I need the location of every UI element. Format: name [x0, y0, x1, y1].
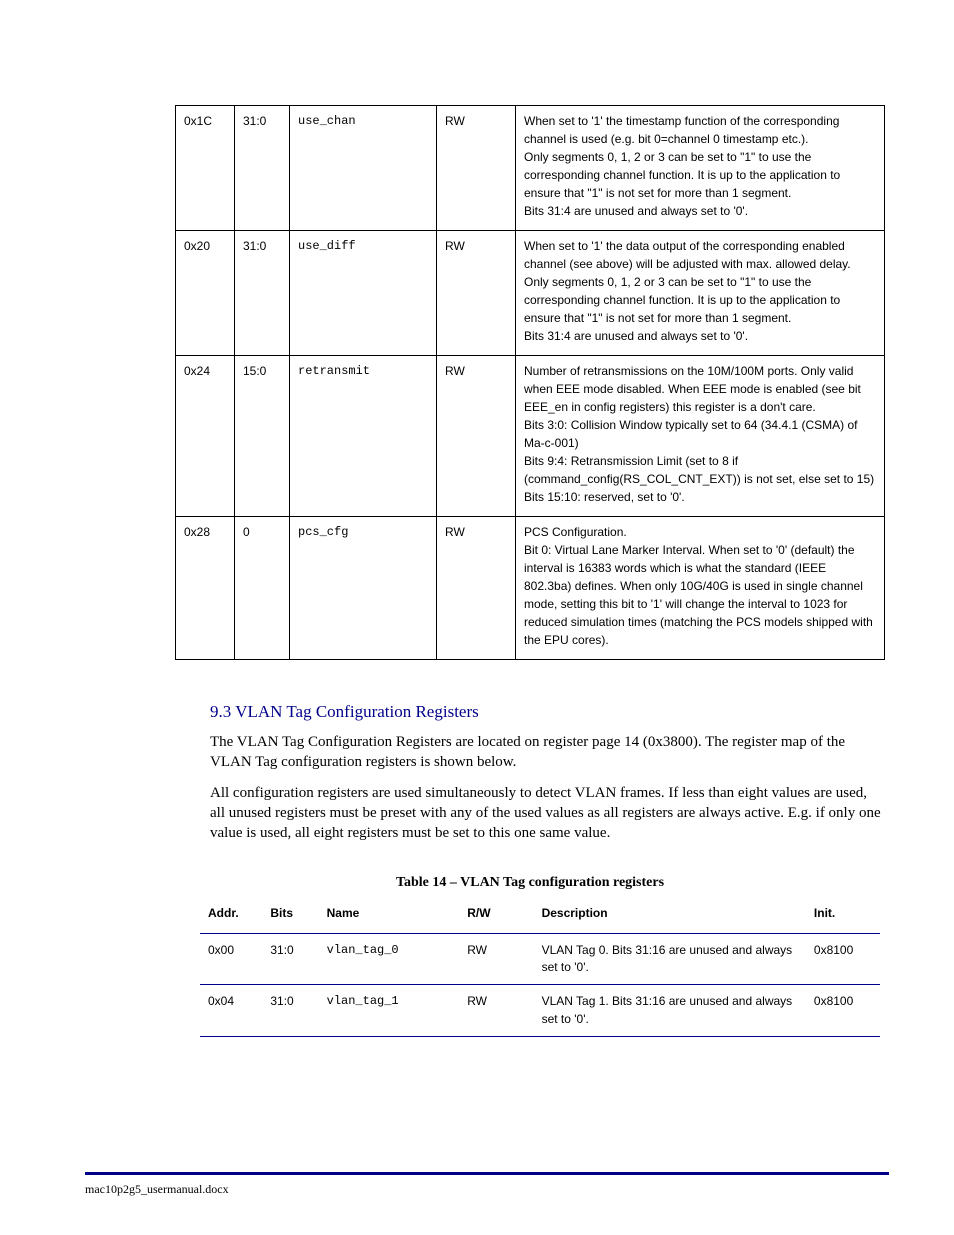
header-rw: R/W [459, 897, 533, 933]
cell-desc: Number of retransmissions on the 10M/100… [516, 356, 885, 517]
cell-addr: 0x24 [176, 356, 235, 517]
table-row: 0x1C 31:0 use_chan RW When set to '1' th… [176, 106, 885, 231]
cell-desc: When set to '1' the timestamp function o… [516, 106, 885, 231]
cell-rw: RW [437, 231, 516, 356]
footer-divider [85, 1172, 889, 1175]
table-caption: Table 14 – VLAN Tag configuration regist… [165, 875, 895, 891]
section-paragraph-1: The VLAN Tag Configuration Registers are… [210, 732, 885, 773]
cell-rw: RW [459, 933, 533, 985]
table-row: 0x04 31:0 vlan_tag_1 RW VLAN Tag 1. Bits… [200, 985, 880, 1037]
cell-rw: RW [437, 106, 516, 231]
header-init: Init. [806, 897, 880, 933]
cell-rw: RW [437, 356, 516, 517]
cell-addr: 0x00 [200, 933, 262, 985]
table-row: 0x28 0 pcs_cfg RW PCS Configuration.Bit … [176, 517, 885, 660]
cell-init: 0x8100 [806, 933, 880, 985]
cell-desc: PCS Configuration.Bit 0: Virtual Lane Ma… [516, 517, 885, 660]
section-heading: 9.3 VLAN Tag Configuration Registers [210, 702, 869, 722]
cell-addr: 0x04 [200, 985, 262, 1037]
table-row: 0x20 31:0 use_diff RW When set to '1' th… [176, 231, 885, 356]
cell-rw: RW [459, 985, 533, 1037]
cell-addr: 0x1C [176, 106, 235, 231]
table-row: 0x24 15:0 retransmit RW Number of retran… [176, 356, 885, 517]
register-table-2: Addr. Bits Name R/W Description Init. 0x… [200, 897, 880, 1037]
table-header-row: Addr. Bits Name R/W Description Init. [200, 897, 880, 933]
cell-bits: 31:0 [235, 106, 290, 231]
cell-name: vlan_tag_1 [319, 985, 460, 1037]
cell-name: pcs_cfg [290, 517, 437, 660]
cell-name: retransmit [290, 356, 437, 517]
cell-bits: 31:0 [262, 933, 318, 985]
cell-bits: 0 [235, 517, 290, 660]
cell-name: use_chan [290, 106, 437, 231]
cell-desc: VLAN Tag 1. Bits 31:16 are unused and al… [534, 985, 806, 1037]
cell-name: use_diff [290, 231, 437, 356]
footer-text: mac10p2g5_usermanual.docx [85, 1182, 889, 1197]
header-bits: Bits [262, 897, 318, 933]
header-addr: Addr. [200, 897, 262, 933]
cell-rw: RW [437, 517, 516, 660]
table-row: 0x00 31:0 vlan_tag_0 RW VLAN Tag 0. Bits… [200, 933, 880, 985]
cell-bits: 15:0 [235, 356, 290, 517]
cell-bits: 31:0 [262, 985, 318, 1037]
register-table-1: 0x1C 31:0 use_chan RW When set to '1' th… [175, 105, 885, 660]
header-desc: Description [534, 897, 806, 933]
cell-init: 0x8100 [806, 985, 880, 1037]
cell-addr: 0x28 [176, 517, 235, 660]
cell-addr: 0x20 [176, 231, 235, 356]
cell-name: vlan_tag_0 [319, 933, 460, 985]
cell-bits: 31:0 [235, 231, 290, 356]
cell-desc: VLAN Tag 0. Bits 31:16 are unused and al… [534, 933, 806, 985]
section-paragraph-2: All configuration registers are used sim… [210, 783, 885, 844]
cell-desc: When set to '1' the data output of the c… [516, 231, 885, 356]
header-name: Name [319, 897, 460, 933]
